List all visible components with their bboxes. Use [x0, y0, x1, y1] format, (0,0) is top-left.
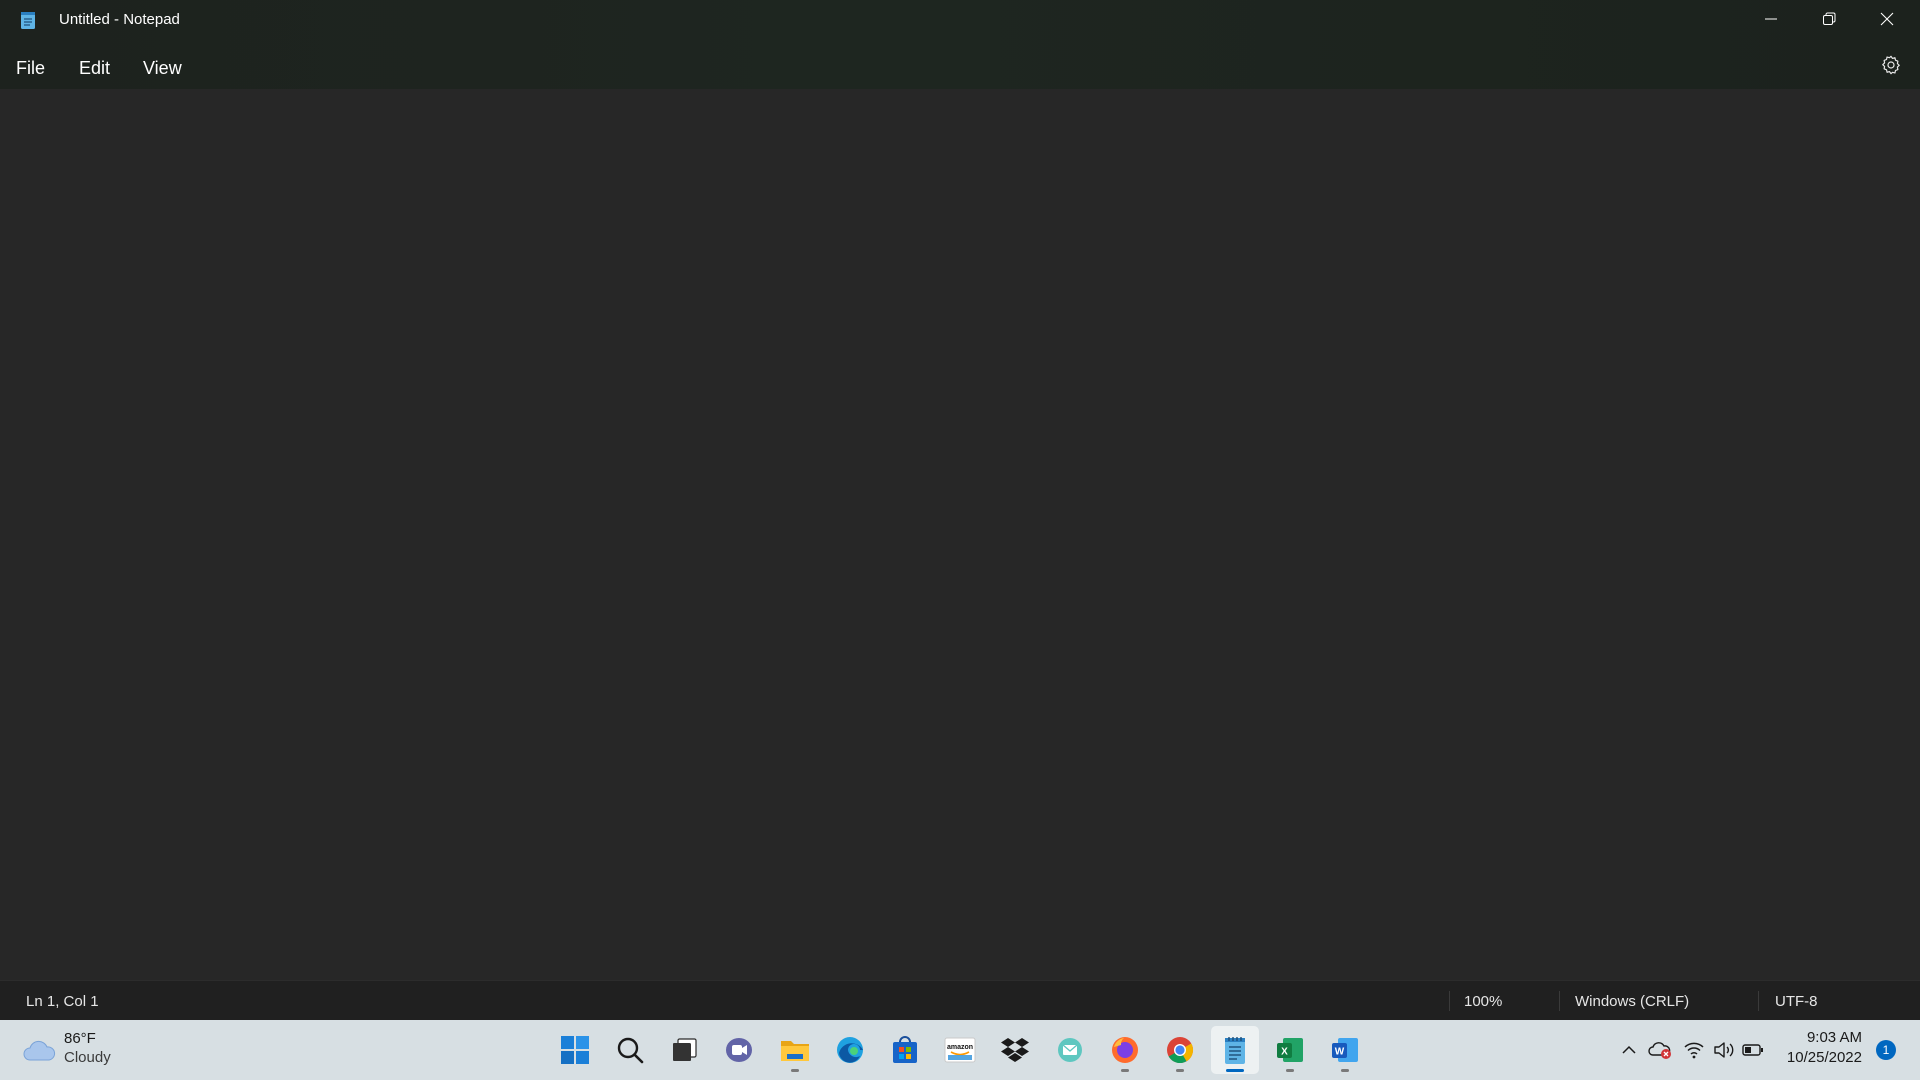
wifi-icon — [1684, 1042, 1704, 1059]
menu-edit[interactable]: Edit — [79, 56, 110, 81]
folder-icon — [781, 1041, 809, 1061]
menu-view[interactable]: View — [143, 56, 182, 81]
cloud-icon — [23, 1040, 55, 1061]
notepad-icon — [1225, 1037, 1245, 1064]
amazon-button[interactable]: amazon — [936, 1026, 984, 1074]
teams-chat-button[interactable] — [715, 1026, 763, 1074]
cursor-position: Ln 1, Col 1 — [26, 993, 99, 1010]
task-view-icon — [673, 1038, 697, 1061]
amazon-icon: amazon — [944, 1037, 976, 1063]
clock[interactable]: 9:03 AM 10/25/2022 — [1782, 1028, 1862, 1068]
window-title: Untitled - Notepad — [59, 11, 180, 28]
onedrive-error-icon — [1648, 1042, 1671, 1059]
clock-date: 10/25/2022 — [1786, 1049, 1862, 1066]
start-button[interactable] — [551, 1026, 599, 1074]
onedrive-status[interactable] — [1648, 1038, 1672, 1062]
firefox-icon — [1112, 1037, 1138, 1063]
close-button[interactable] — [1858, 0, 1916, 38]
notepad-app-icon — [21, 12, 35, 29]
close-icon — [1880, 12, 1894, 26]
line-ending[interactable]: Windows (CRLF) — [1575, 993, 1689, 1010]
search-icon — [617, 1037, 644, 1064]
chrome-icon — [1167, 1037, 1194, 1064]
running-indicator — [791, 1069, 799, 1072]
edge-icon — [837, 1037, 863, 1063]
search-button[interactable] — [606, 1026, 654, 1074]
excel-icon: X — [1277, 1038, 1303, 1062]
word-button[interactable]: W — [1321, 1026, 1369, 1074]
edge-button[interactable] — [826, 1026, 874, 1074]
active-indicator — [1226, 1069, 1244, 1072]
weather-condition: Cloudy — [64, 1049, 111, 1066]
running-indicator — [1341, 1069, 1349, 1072]
excel-letter: X — [1281, 1047, 1288, 1058]
excel-button[interactable]: X — [1266, 1026, 1314, 1074]
volume-icon — [1714, 1042, 1734, 1058]
firefox-button[interactable] — [1101, 1026, 1149, 1074]
menu-file[interactable]: File — [16, 56, 45, 81]
taskbar: 86°F Cloudy amazon X W 9:03 AM 10/25/202… — [0, 1020, 1920, 1080]
title-bar[interactable]: Untitled - Notepad — [0, 0, 1920, 40]
file-explorer-button[interactable] — [771, 1026, 819, 1074]
task-view-button[interactable] — [660, 1026, 708, 1074]
running-indicator — [1286, 1069, 1294, 1072]
mail-icon — [1058, 1038, 1082, 1062]
zoom-level[interactable]: 100% — [1464, 993, 1502, 1010]
running-indicator — [1176, 1069, 1184, 1072]
weather-temperature: 86°F — [64, 1030, 96, 1047]
dropbox-icon — [1001, 1038, 1029, 1062]
store-icon — [893, 1036, 917, 1063]
word-icon: W — [1332, 1038, 1358, 1062]
weather-widget[interactable]: 86°F Cloudy — [20, 1028, 140, 1072]
restore-icon — [1823, 12, 1836, 25]
menu-bar: File Edit View — [0, 48, 1920, 84]
status-divider — [1449, 991, 1450, 1011]
volume-control[interactable] — [1712, 1038, 1736, 1062]
amazon-logo-text: amazon — [947, 1044, 973, 1051]
microsoft-store-button[interactable] — [881, 1026, 929, 1074]
settings-gear-icon[interactable] — [1880, 54, 1902, 76]
network-status[interactable] — [1682, 1038, 1706, 1062]
dropbox-button[interactable] — [991, 1026, 1039, 1074]
chevron-up-icon — [1622, 1045, 1636, 1054]
battery-icon — [1742, 1044, 1763, 1056]
minimize-button[interactable] — [1742, 0, 1800, 38]
status-bar: Ln 1, Col 1 100% Windows (CRLF) UTF-8 — [0, 980, 1920, 1020]
windows-logo-icon — [561, 1036, 589, 1064]
restore-button[interactable] — [1800, 0, 1858, 38]
mail-button[interactable] — [1046, 1026, 1094, 1074]
text-editor-area[interactable] — [0, 89, 1920, 980]
chrome-button[interactable] — [1156, 1026, 1204, 1074]
encoding[interactable]: UTF-8 — [1775, 993, 1818, 1010]
show-hidden-icons-button[interactable] — [1617, 1038, 1641, 1062]
minimize-icon — [1765, 18, 1777, 20]
clock-time: 9:03 AM — [1806, 1029, 1862, 1046]
window-chrome: Untitled - Notepad File Edit View — [0, 0, 1920, 89]
notepad-button[interactable] — [1211, 1026, 1259, 1074]
word-letter: W — [1335, 1047, 1345, 1058]
teams-chat-icon — [726, 1038, 752, 1062]
battery-status[interactable] — [1741, 1038, 1765, 1062]
status-divider — [1559, 991, 1560, 1011]
status-divider — [1758, 991, 1759, 1011]
notification-badge[interactable]: 1 — [1876, 1040, 1896, 1060]
running-indicator — [1121, 1069, 1129, 1072]
